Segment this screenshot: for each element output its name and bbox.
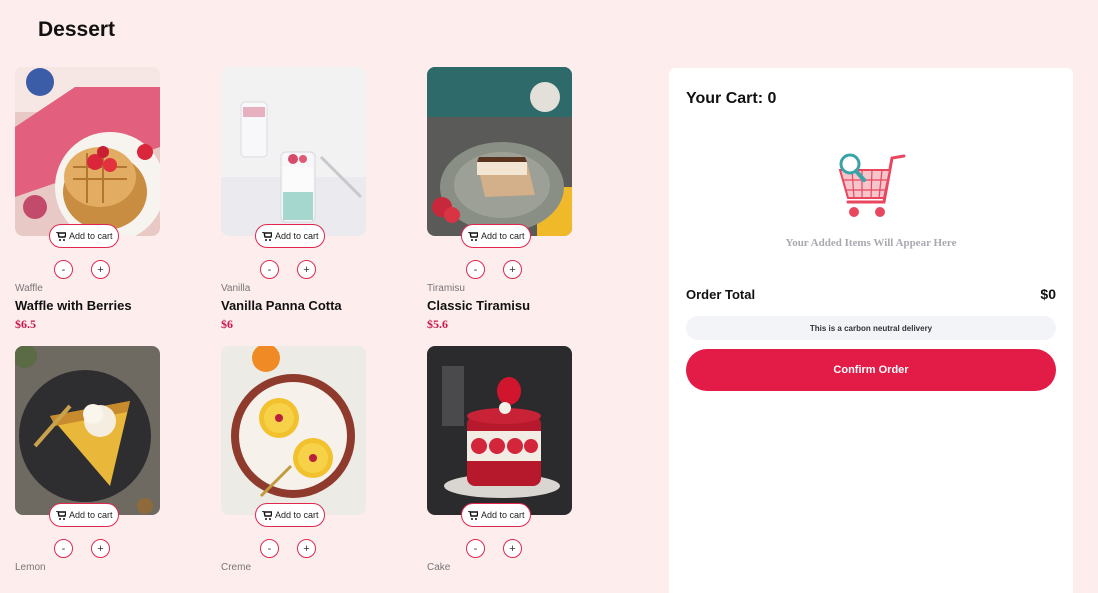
product-category: Creme	[221, 562, 252, 573]
increment-button[interactable]: +	[91, 539, 110, 558]
product-category: Vanilla	[221, 283, 251, 294]
decrement-button[interactable]: -	[466, 539, 485, 558]
empty-cart-icon	[838, 153, 906, 217]
decrement-button[interactable]: -	[260, 539, 279, 558]
cart-panel: Your Cart: 0 Your Added Items Will Appea…	[669, 68, 1073, 593]
quantity-stepper: - +	[466, 539, 572, 558]
add-to-cart-button[interactable]: Add to cart	[255, 503, 325, 527]
cart-icon	[262, 510, 272, 520]
order-total-label: Order Total	[686, 287, 756, 302]
add-to-cart-button[interactable]: Add to cart	[255, 224, 325, 248]
increment-button[interactable]: +	[503, 539, 522, 558]
decrement-button[interactable]: -	[466, 260, 485, 279]
red-velvet-cake-image	[427, 346, 572, 515]
product-name: Waffle with Berries	[15, 298, 132, 313]
increment-button[interactable]: +	[297, 260, 316, 279]
quantity-stepper: - +	[54, 539, 160, 558]
product-card: Add to cart - + Creme	[221, 346, 366, 573]
cart-icon	[262, 231, 272, 241]
cart-icon	[56, 231, 66, 241]
decrement-button[interactable]: -	[260, 260, 279, 279]
empty-cart-message: Your Added Items Will Appear Here	[785, 237, 957, 249]
product-name: Classic Tiramisu	[427, 298, 531, 313]
tiramisu-image	[427, 67, 572, 236]
add-to-cart-label: Add to cart	[275, 231, 319, 241]
product-category: Tiramisu	[427, 283, 465, 294]
decrement-button[interactable]: -	[54, 260, 73, 279]
product-name: Vanilla Panna Cotta	[221, 298, 342, 313]
product-grid: Add to cart - + Waffle Waffle with Berri…	[15, 67, 572, 573]
add-to-cart-label: Add to cart	[69, 510, 113, 520]
panna-cotta-image	[221, 67, 366, 236]
creme-brulee-image	[221, 346, 366, 515]
quantity-stepper: - +	[260, 539, 366, 558]
add-to-cart-label: Add to cart	[69, 231, 113, 241]
page-title: Dessert	[38, 18, 116, 41]
quantity-stepper: - +	[466, 260, 572, 279]
order-total-value: $0	[1040, 286, 1056, 302]
product-card: Add to cart - + Waffle Waffle with Berri…	[15, 67, 160, 332]
add-to-cart-button[interactable]: Add to cart	[49, 224, 119, 248]
cart-icon	[56, 510, 66, 520]
product-category: Waffle	[15, 283, 43, 294]
add-to-cart-button[interactable]: Add to cart	[461, 224, 531, 248]
lemon-tart-image	[15, 346, 160, 515]
cart-icon	[468, 231, 478, 241]
product-category: Lemon	[15, 562, 46, 573]
decrement-button[interactable]: -	[54, 539, 73, 558]
product-price: $6.5	[15, 317, 36, 331]
cart-icon	[468, 510, 478, 520]
carbon-neutral-note: This is a carbon neutral delivery	[686, 316, 1056, 340]
add-to-cart-button[interactable]: Add to cart	[461, 503, 531, 527]
product-price: $5.6	[427, 317, 448, 331]
product-card: Add to cart - + Tiramisu Classic Tiramis…	[427, 67, 572, 332]
add-to-cart-label: Add to cart	[275, 510, 319, 520]
increment-button[interactable]: +	[503, 260, 522, 279]
confirm-order-button[interactable]: Confirm Order	[686, 349, 1056, 391]
increment-button[interactable]: +	[297, 539, 316, 558]
quantity-stepper: - +	[260, 260, 366, 279]
waffle-with-berries-image	[15, 67, 160, 236]
add-to-cart-label: Add to cart	[481, 510, 525, 520]
quantity-stepper: - +	[54, 260, 160, 279]
product-price: $6	[221, 317, 233, 331]
product-card: Add to cart - + Cake	[427, 346, 572, 573]
add-to-cart-button[interactable]: Add to cart	[49, 503, 119, 527]
add-to-cart-label: Add to cart	[481, 231, 525, 241]
increment-button[interactable]: +	[91, 260, 110, 279]
cart-title: Your Cart: 0	[686, 90, 777, 107]
product-card: Add to cart - + Lemon	[15, 346, 160, 573]
product-category: Cake	[427, 562, 451, 573]
product-card: Add to cart - + Vanilla Vanilla Panna Co…	[221, 67, 366, 332]
